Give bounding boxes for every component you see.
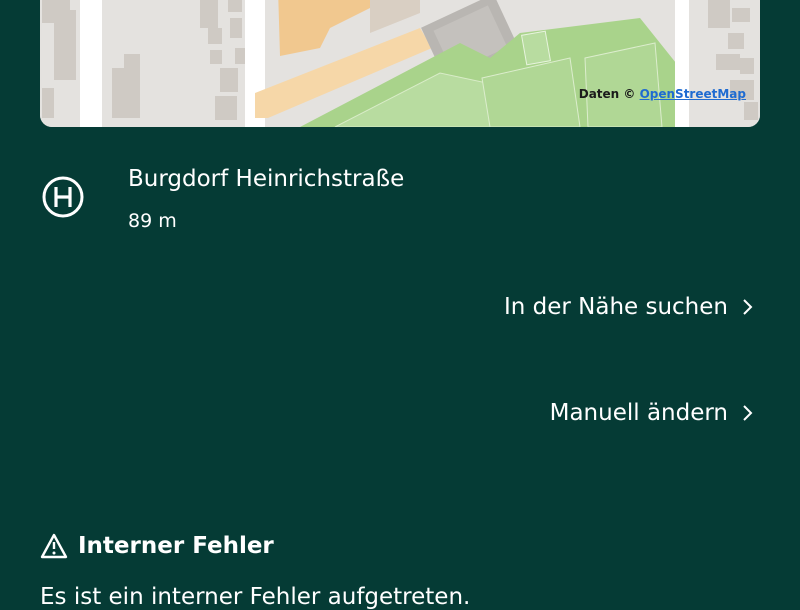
warning-triangle-icon — [40, 533, 68, 559]
chevron-right-icon — [743, 299, 753, 315]
bus-stop-h-icon — [42, 176, 84, 218]
search-nearby-button[interactable]: In der Nähe suchen — [504, 291, 754, 323]
attribution-prefix: Daten © — [578, 87, 636, 101]
map-tiles — [40, 0, 760, 127]
openstreetmap-link[interactable]: OpenStreetMap — [640, 87, 746, 101]
change-manually-label: Manuell ändern — [549, 400, 728, 426]
error-title: Interner Fehler — [78, 533, 274, 559]
chevron-right-icon — [743, 405, 753, 421]
stop-distance: 89 m — [128, 210, 177, 232]
error-message: Es ist ein interner Fehler aufgetreten. — [40, 584, 471, 610]
error-heading: Interner Fehler — [40, 533, 274, 559]
change-manually-button[interactable]: Manuell ändern — [550, 397, 754, 429]
search-nearby-label: In der Nähe suchen — [503, 294, 728, 320]
stop-name: Burgdorf Heinrichstraße — [128, 166, 405, 192]
map-view[interactable]: Daten © OpenStreetMap — [40, 0, 760, 127]
map-attribution: Daten © OpenStreetMap — [579, 87, 746, 101]
